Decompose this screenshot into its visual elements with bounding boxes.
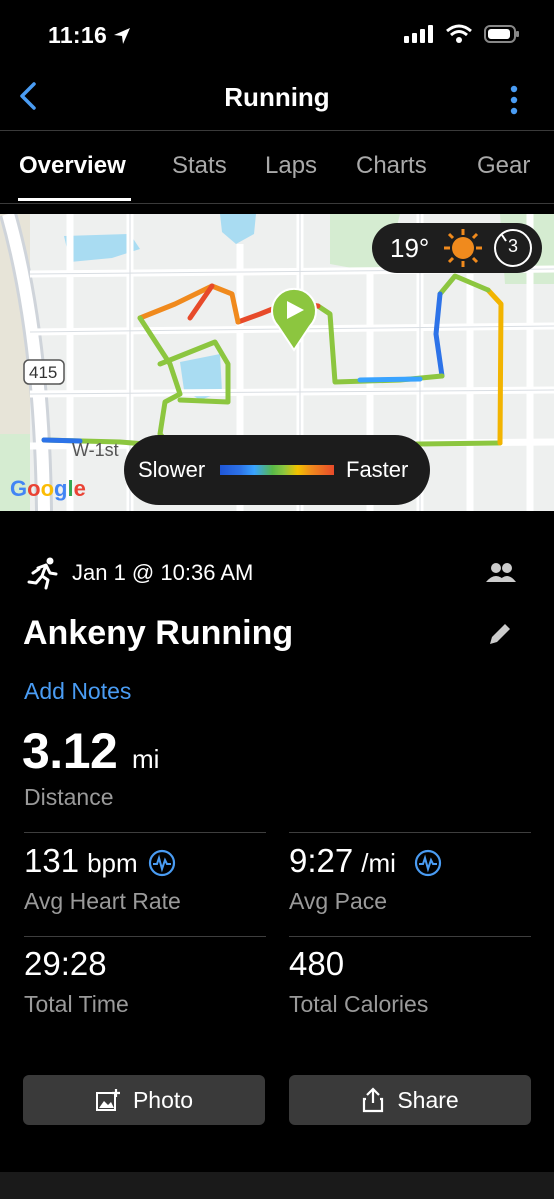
tab-gear[interactable]: Gear (477, 152, 530, 180)
avg-heart-rate-value: 131 (24, 842, 80, 879)
share-label: Share (397, 1086, 459, 1113)
status-icons (404, 24, 520, 44)
tab-stats[interactable]: Stats (172, 152, 227, 180)
road-number-label: 415 (29, 363, 58, 382)
tab-charts[interactable]: Charts (356, 152, 427, 180)
wifi-icon (446, 24, 472, 43)
share-button[interactable]: Share (289, 1075, 531, 1125)
avg-pace-label: Avg Pace (289, 888, 388, 914)
speed-legend: Slower Faster (124, 435, 430, 505)
active-tab-indicator (18, 198, 131, 201)
stat-divider (289, 832, 531, 833)
run-icon (27, 557, 58, 590)
tab-laps[interactable]: Laps (265, 152, 317, 180)
avg-pace-stat: 9:27 /mi (289, 842, 396, 880)
avg-heart-rate-label: Avg Heart Rate (24, 888, 181, 914)
total-time-value: 29:28 (24, 945, 107, 982)
photo-label: Photo (132, 1086, 194, 1113)
add-photo-button[interactable]: Photo (23, 1075, 265, 1125)
total-time-label: Total Time (24, 991, 129, 1017)
battery-icon (484, 25, 519, 43)
tabs-divider (0, 203, 554, 204)
stat-divider (24, 832, 266, 833)
avg-pace-value: 9:27 (289, 842, 354, 879)
total-calories-label: Total Calories (289, 991, 429, 1017)
tab-overview[interactable]: Overview (19, 152, 126, 180)
cellular-signal-icon (404, 25, 433, 43)
status-time: 11:16 (48, 22, 108, 48)
total-calories-value: 480 (289, 945, 345, 982)
street-label: W-1st (72, 440, 119, 460)
faster-label: Faster (346, 457, 409, 482)
add-photo-icon (95, 1089, 120, 1111)
more-options-icon[interactable] (504, 84, 524, 116)
google-logo: Google (10, 476, 86, 501)
distance-value: 3.12 (22, 723, 118, 779)
temperature: 19° (390, 233, 430, 263)
heart-rate-icon[interactable] (148, 849, 176, 877)
location-arrow-icon (114, 28, 130, 44)
share-icon (363, 1087, 384, 1113)
stat-divider (289, 936, 531, 937)
activity-name: Ankeny Running (23, 614, 294, 652)
distance-label: Distance (24, 784, 114, 810)
add-notes-link[interactable]: Add Notes (24, 678, 131, 705)
distance-unit: mi (132, 744, 160, 774)
speed-gradient-bar (220, 465, 334, 475)
avg-pace-unit: /mi (361, 848, 396, 878)
page-title: Running (224, 82, 330, 112)
header-divider (0, 130, 554, 131)
stat-divider (24, 936, 266, 937)
weather-badge: 19° 3 (372, 223, 542, 273)
slower-label: Slower (138, 457, 206, 482)
edit-icon[interactable] (486, 620, 514, 648)
bottom-bar (0, 1172, 554, 1199)
avg-heart-rate-stat: 131 bpm (24, 842, 138, 880)
wind-speed: 3 (508, 236, 519, 256)
sun-icon (444, 229, 482, 267)
group-icon[interactable] (486, 560, 516, 586)
avg-heart-rate-unit: bpm (87, 848, 138, 878)
activity-datetime: Jan 1 @ 10:36 AM (72, 560, 254, 585)
pace-chart-icon[interactable] (414, 849, 442, 877)
